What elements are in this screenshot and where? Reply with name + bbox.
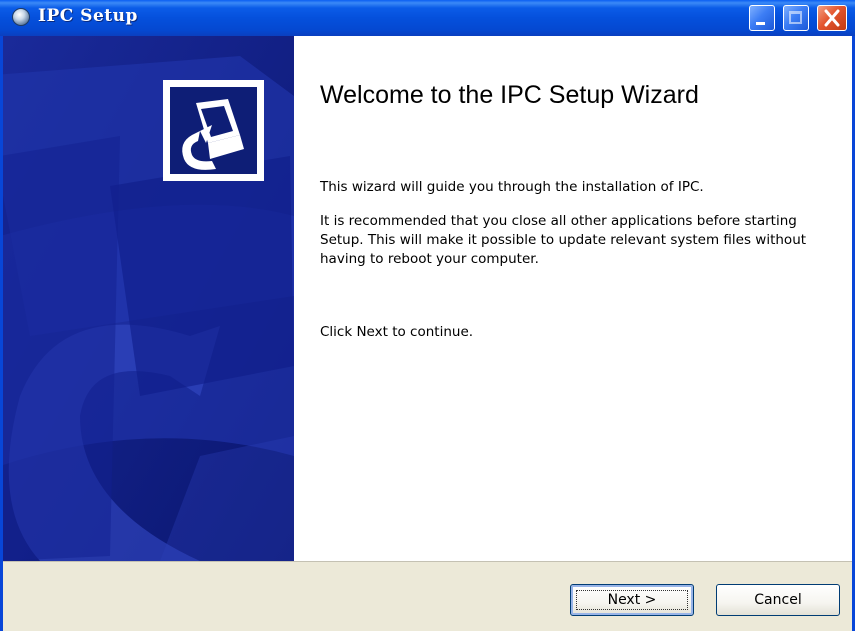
wizard-heading: Welcome to the IPC Setup Wizard <box>320 81 699 109</box>
setup-window: IPC Setup Welcome to the IPC Setup Wizar… <box>0 0 855 631</box>
recommendation-paragraph: It is recommended that you close all oth… <box>320 213 807 267</box>
next-button-label: Next > <box>607 592 657 608</box>
next-button[interactable]: Next > <box>570 584 694 616</box>
window-title: IPC Setup <box>38 6 138 26</box>
minimize-button[interactable] <box>749 5 775 31</box>
wizard-content: Welcome to the IPC Setup Wizard This wiz… <box>0 36 855 561</box>
wizard-footer: Next > Cancel <box>0 561 855 631</box>
header-image <box>163 80 264 181</box>
installer-cd-icon <box>12 8 30 26</box>
cancel-button[interactable]: Cancel <box>716 584 840 616</box>
title-bar[interactable]: IPC Setup <box>0 0 855 36</box>
continue-paragraph: Click Next to continue. <box>320 324 474 340</box>
close-button[interactable] <box>817 5 847 31</box>
close-icon <box>824 9 840 27</box>
maximize-button <box>783 5 809 31</box>
minimize-icon <box>756 22 765 25</box>
wizard-side-banner <box>0 36 294 561</box>
window-left-border <box>0 36 3 631</box>
intro-paragraph: This wizard will guide you through the i… <box>320 179 704 195</box>
maximize-icon <box>789 11 802 24</box>
cancel-button-label: Cancel <box>754 592 802 608</box>
computer-install-icon <box>170 87 257 174</box>
